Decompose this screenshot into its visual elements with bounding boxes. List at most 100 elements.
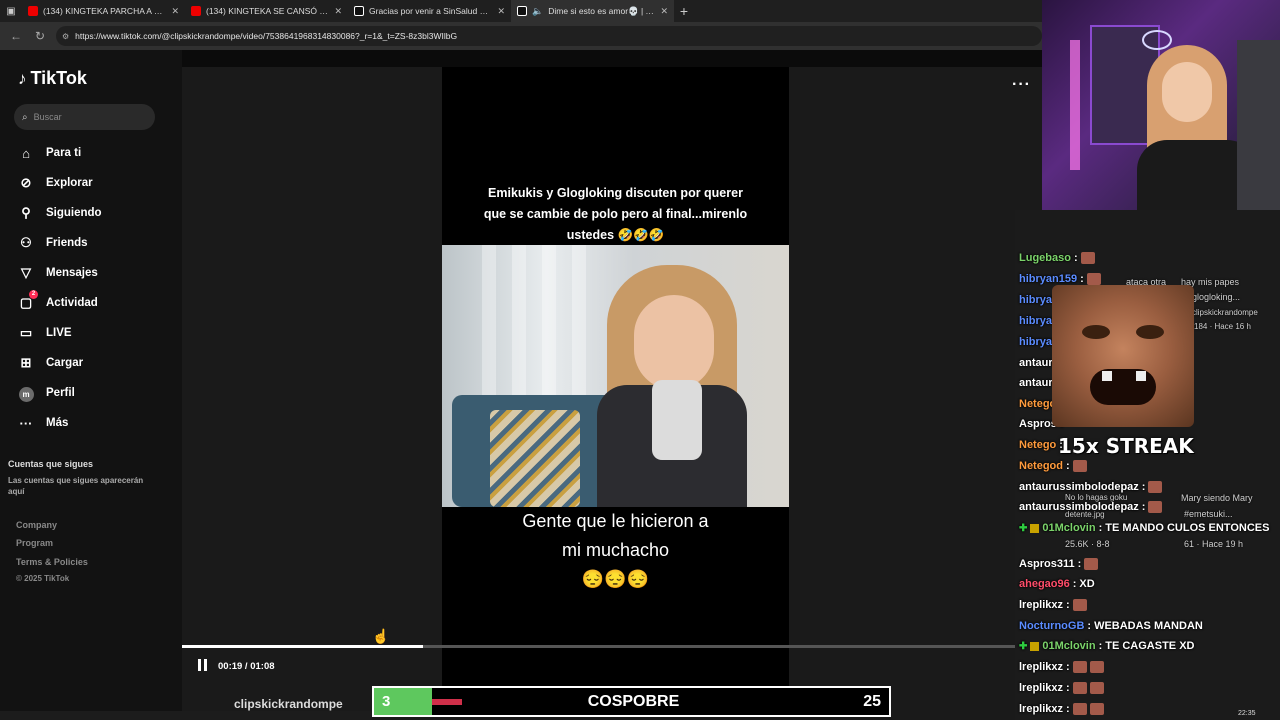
chat-emote-icon xyxy=(1072,661,1087,673)
chat-username[interactable]: antaurussimbolodepaz xyxy=(1019,481,1139,493)
address-bar-row: ← ↻ ⚙ https://www.tiktok.com/@clipskickr… xyxy=(0,22,1042,50)
caption-line: Gente que le hicieron a xyxy=(522,511,709,531)
new-tab-button[interactable]: + xyxy=(674,3,694,19)
search-input[interactable]: ⌕ Buscar xyxy=(14,104,155,130)
speaker-icon[interactable]: 🔈 xyxy=(532,6,543,17)
chat-message: lreplikxz: xyxy=(1019,682,1104,694)
sidebar-item-actividad[interactable]: ▢ 2 Actividad xyxy=(18,290,98,313)
tiktok-logo[interactable]: ♪ TikTok xyxy=(18,68,87,89)
chat-emote-icon xyxy=(1072,703,1087,715)
chat-username[interactable]: 01Mclovin xyxy=(1042,522,1095,534)
youtube-icon xyxy=(28,6,38,16)
chat-username[interactable]: lreplikxz xyxy=(1019,682,1063,694)
site-info-icon[interactable]: ⚙ xyxy=(62,32,69,41)
chat-username[interactable]: antaur xyxy=(1019,357,1053,369)
sidebar-item-label: Perfil xyxy=(46,387,75,399)
chat-username[interactable]: lreplikxz xyxy=(1019,661,1063,673)
chat-emote-icon xyxy=(1148,501,1163,513)
chat-username[interactable]: Lugebaso xyxy=(1019,252,1071,264)
chat-username[interactable]: Netego xyxy=(1019,439,1056,451)
crown-badge-icon xyxy=(1030,641,1040,651)
chat-text: TE CAGASTE XD xyxy=(1105,640,1195,652)
chat-username[interactable]: lreplikxz xyxy=(1019,703,1063,715)
footer-link-program[interactable]: Program xyxy=(16,538,53,548)
subscriber-badge-icon: ✚ xyxy=(1019,522,1028,534)
sidebar-item-mas[interactable]: ··· Más xyxy=(18,413,69,433)
footer-link-company[interactable]: Company xyxy=(16,520,57,530)
chat-emote-icon xyxy=(1084,558,1099,570)
pause-icon[interactable] xyxy=(198,659,210,673)
video-caption-top: Emikukis y Glogloking discuten por quere… xyxy=(483,186,748,242)
chat-username[interactable]: Netegod xyxy=(1019,460,1063,472)
chat-username[interactable]: ahegao96 xyxy=(1019,578,1070,590)
footer-link-terms[interactable]: Terms & Policies xyxy=(16,557,88,567)
close-icon[interactable]: ✕ xyxy=(171,6,179,17)
chat-separator: : xyxy=(1098,522,1103,534)
sidebar-item-mensajes[interactable]: ▽ Mensajes xyxy=(18,263,98,283)
video-photo xyxy=(442,245,789,507)
sidebar-item-label: Para ti xyxy=(46,147,82,159)
sidebar-item-para-ti[interactable]: ⌂ Para ti xyxy=(18,143,81,163)
mouse-cursor-icon: ☝ xyxy=(372,628,390,644)
home-icon: ⌂ xyxy=(22,145,30,161)
chat-message: ✚ 01Mclovin: TE CAGASTE XD xyxy=(1019,640,1194,652)
sidebar-item-live[interactable]: ▭ LIVE xyxy=(18,323,72,343)
chat-username[interactable]: NocturnoGB xyxy=(1019,620,1084,632)
youtube-icon xyxy=(191,6,201,16)
chat-message: Aspros311: xyxy=(1019,558,1099,570)
sidebar-item-explorar[interactable]: ⊘ Explorar xyxy=(18,173,93,193)
chat-separator: : xyxy=(1066,661,1070,673)
video-progress-fill xyxy=(182,645,423,648)
chat-message: lreplikxz: xyxy=(1019,703,1104,715)
streak-label: 15x STREAK xyxy=(1058,434,1194,458)
browser-tab-active[interactable]: 🔈 Dime si esto es amor💀 | Tik ✕ xyxy=(511,0,674,22)
window-menu-icon[interactable]: ▣ xyxy=(0,0,22,22)
video-frame[interactable]: Emikukis y Glogloking discuten por quere… xyxy=(442,67,789,687)
chat-username[interactable]: antaur xyxy=(1019,377,1053,389)
tab-label: Dime si esto es amor💀 | Tik xyxy=(548,5,656,16)
chat-text: XD xyxy=(1079,578,1095,590)
more-options-icon[interactable]: ··· xyxy=(1012,76,1031,94)
video-progress-bar[interactable] xyxy=(182,645,1042,648)
sidebar-item-siguiendo[interactable]: ⚲ Siguiendo xyxy=(18,203,101,223)
close-icon[interactable]: ✕ xyxy=(334,6,342,17)
chat-message: antaurussimbolodepaz: xyxy=(1019,501,1163,513)
chat-emote-icon xyxy=(1072,460,1087,472)
sidebar-item-label: Mensajes xyxy=(46,267,98,279)
compass-icon: ⊘ xyxy=(20,175,32,190)
browser-tab[interactable]: Gracias por venir a SinSalud #flag ✕ xyxy=(348,0,511,22)
tab-label: (134) KINGTEKA PARCHA A FUSO xyxy=(43,6,167,16)
chat-separator: : xyxy=(1066,682,1070,694)
chat-text: TE MANDO CULOS ENTONCES xyxy=(1105,522,1270,534)
activity-icon: ▢ 2 xyxy=(18,290,38,311)
browser-tab[interactable]: (134) KINGTEKA PARCHA A FUSO ✕ xyxy=(22,0,185,22)
close-icon[interactable]: ✕ xyxy=(497,6,505,17)
url-input[interactable]: ⚙ https://www.tiktok.com/@clipskickrando… xyxy=(56,26,1042,46)
friends-icon: ⚇ xyxy=(20,235,32,250)
chat-emote-icon xyxy=(1072,682,1087,694)
more-icon: ··· xyxy=(19,415,33,431)
search-placeholder: Buscar xyxy=(33,112,62,122)
bg-text: clipskickrandompe xyxy=(1192,308,1258,317)
sidebar-item-cargar[interactable]: ⊞ Cargar xyxy=(18,353,84,373)
sidebar-item-friends[interactable]: ⚇ Friends xyxy=(18,233,87,253)
chat-username[interactable]: 01Mclovin xyxy=(1042,640,1095,652)
back-icon[interactable]: ← xyxy=(8,29,24,43)
close-icon[interactable]: ✕ xyxy=(660,6,668,17)
browser-tab[interactable]: (134) KINGTEKA SE CANSÓ DE SI ✕ xyxy=(185,0,348,22)
chat-username[interactable]: Netego xyxy=(1019,398,1056,410)
chat-separator: : xyxy=(1087,620,1092,632)
sidebar-item-perfil[interactable]: m Perfil xyxy=(18,383,75,403)
chat-message: lreplikxz: xyxy=(1019,599,1087,611)
tiktok-sidebar: ♪ TikTok ⌕ Buscar ⌂ Para ti ⊘ Explorar ⚲… xyxy=(0,50,182,720)
chat-username[interactable]: lreplikxz xyxy=(1019,599,1063,611)
chat-separator: : xyxy=(1072,578,1077,590)
chat-username[interactable]: Aspros311 xyxy=(1019,558,1075,570)
bg-text: 25.6K · 8-8 xyxy=(1065,539,1110,549)
chat-username[interactable]: antaurussimbolodepaz xyxy=(1019,501,1139,513)
chat-username[interactable]: hibryan159 xyxy=(1019,273,1077,285)
chat-separator: : xyxy=(1141,501,1146,513)
reload-icon[interactable]: ↻ xyxy=(32,29,48,43)
chat-separator: : xyxy=(1080,273,1084,285)
video-author[interactable]: clipskickrandompe xyxy=(234,697,343,711)
